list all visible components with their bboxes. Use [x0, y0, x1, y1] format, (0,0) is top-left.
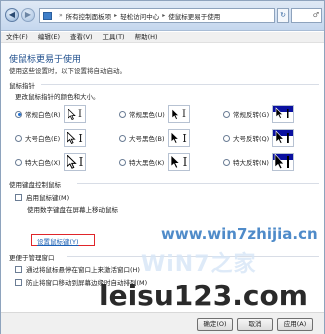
menu-view[interactable]: 查看(V) — [70, 32, 93, 42]
menu-edit[interactable]: 编辑(E) — [38, 32, 60, 42]
radio-button[interactable] — [119, 134, 126, 142]
windows-section-title: 更便于管理窗口 — [9, 254, 55, 262]
radio-button[interactable] — [15, 158, 22, 166]
checkbox-label: 启用鼠标键(M) — [26, 194, 70, 202]
setup-mouse-keys-link[interactable]: 设置鼠标键(Y) — [37, 236, 79, 246]
radio-button[interactable] — [15, 134, 22, 142]
scheme-extra-large-inverted[interactable]: 特大反转(N) — [223, 152, 294, 172]
scheme-label: 大号黑色(B) — [129, 135, 165, 143]
breadcrumb-chevron-icon: » — [59, 12, 63, 19]
scheme-extra-large-black[interactable]: 特大黑色(K) I — [119, 152, 190, 172]
checkbox[interactable] — [15, 278, 22, 286]
radio-button[interactable] — [223, 158, 230, 166]
cancel-button[interactable]: 取消 — [237, 318, 273, 331]
radio-button[interactable] — [223, 134, 230, 142]
radio-button[interactable] — [119, 110, 126, 118]
white-pointer-preview-icon: I — [64, 105, 86, 123]
enable-mouse-keys-checkbox[interactable]: 启用鼠标键(M) — [15, 192, 69, 202]
white-pointer-preview-icon: I — [64, 129, 86, 147]
scheme-large-inverted[interactable]: 大号反转(Q) — [223, 128, 294, 148]
breadcrumb-chevron-icon: ▸ — [114, 12, 118, 19]
inverted-pointer-preview-icon — [272, 105, 294, 123]
breadcrumb-item[interactable]: 所有控制面板项 — [66, 11, 112, 21]
section-divider — [77, 183, 319, 184]
address-bar[interactable]: » 所有控制面板项 ▸ 轻松访问中心 ▸ 使鼠标更易于使用 — [39, 8, 275, 23]
watermark-site-text: www.win7zhijia.cn — [161, 225, 318, 243]
scheme-large-white[interactable]: 大号白色(E) I — [15, 128, 86, 148]
address-toolbar: ◀ ▶ » 所有控制面板项 ▸ 轻松访问中心 ▸ 使鼠标更易于使用 ↻ ♂ — [1, 1, 324, 31]
search-input[interactable]: ♂ — [291, 8, 322, 23]
pointer-section-description: 更改鼠标指针的颜色和大小。 — [15, 93, 100, 101]
apply-button[interactable]: 应用(A) — [277, 318, 313, 331]
menu-file[interactable]: 文件(F) — [6, 32, 28, 42]
checkbox-label: 通过将鼠标悬停在窗口上来激活窗口(H) — [26, 266, 140, 274]
breadcrumb-item[interactable]: 轻松访问中心 — [120, 11, 159, 21]
breadcrumb-item[interactable]: 使鼠标更易于使用 — [168, 11, 220, 21]
black-pointer-preview-icon: I — [168, 153, 190, 171]
watermark-logo: WiN7之家 — [141, 252, 257, 277]
page-subtitle: 使用这些设置时，以下设置将自动启动。 — [9, 67, 126, 75]
menu-bar: 文件(F) 编辑(E) 查看(V) 工具(T) 帮助(H) — [1, 32, 324, 43]
scheme-extra-large-white[interactable]: 特大白色(X) I — [15, 152, 86, 172]
checkbox[interactable] — [15, 265, 22, 273]
mouse-keys-description: 使用数字键盘在屏幕上移动鼠标 — [27, 206, 118, 214]
scheme-label: 大号反转(Q) — [233, 135, 270, 143]
menu-help[interactable]: 帮助(H) — [135, 32, 158, 42]
scheme-label: 常规白色(R) — [25, 111, 61, 119]
page-title: 使鼠标更易于使用 — [9, 55, 82, 65]
scheme-label: 常规黑色(U) — [129, 111, 165, 119]
control-panel-icon — [43, 11, 52, 20]
watermark-site-text-2: leisu123.com — [99, 279, 308, 312]
refresh-button[interactable]: ↻ — [277, 8, 289, 23]
scheme-label: 大号白色(E) — [25, 135, 61, 143]
scheme-label: 特大黑色(K) — [129, 159, 165, 167]
scheme-normal-white[interactable]: 常规白色(R) I — [15, 104, 86, 124]
scheme-normal-black[interactable]: 常规黑色(U) I — [119, 104, 190, 124]
inverted-pointer-preview-icon — [272, 153, 294, 171]
radio-button[interactable] — [15, 110, 22, 118]
breadcrumb-chevron-icon: ▸ — [162, 12, 166, 19]
black-pointer-preview-icon: I — [168, 129, 190, 147]
radio-button[interactable] — [119, 158, 126, 166]
scheme-label: 特大反转(N) — [233, 159, 269, 167]
inverted-pointer-preview-icon — [272, 129, 294, 147]
scheme-large-black[interactable]: 大号黑色(B) I — [119, 128, 190, 148]
black-pointer-preview-icon: I — [168, 105, 190, 123]
control-panel-window: ◀ ▶ » 所有控制面板项 ▸ 轻松访问中心 ▸ 使鼠标更易于使用 ↻ ♂ 文件… — [0, 0, 325, 334]
pointer-section-title: 鼠标指针 — [9, 82, 35, 90]
ok-button[interactable]: 确定(O) — [197, 318, 233, 331]
scheme-label: 特大白色(X) — [25, 159, 61, 167]
dialog-button-bar: 确定(O) 取消 应用(A) — [1, 312, 324, 334]
white-pointer-preview-icon: I — [64, 153, 86, 171]
menu-tools[interactable]: 工具(T) — [103, 32, 125, 42]
checkbox[interactable] — [15, 193, 22, 201]
hover-activate-checkbox[interactable]: 通过将鼠标悬停在窗口上来激活窗口(H) — [15, 264, 140, 274]
back-button[interactable]: ◀ — [5, 8, 19, 22]
forward-button[interactable]: ▶ — [21, 8, 35, 22]
section-divider — [41, 84, 319, 85]
scheme-label: 常规反转(G) — [233, 111, 270, 119]
scheme-normal-inverted[interactable]: 常规反转(G) — [223, 104, 294, 124]
keyboard-section-title: 使用键盘控制鼠标 — [9, 181, 61, 189]
radio-button[interactable] — [223, 110, 230, 118]
